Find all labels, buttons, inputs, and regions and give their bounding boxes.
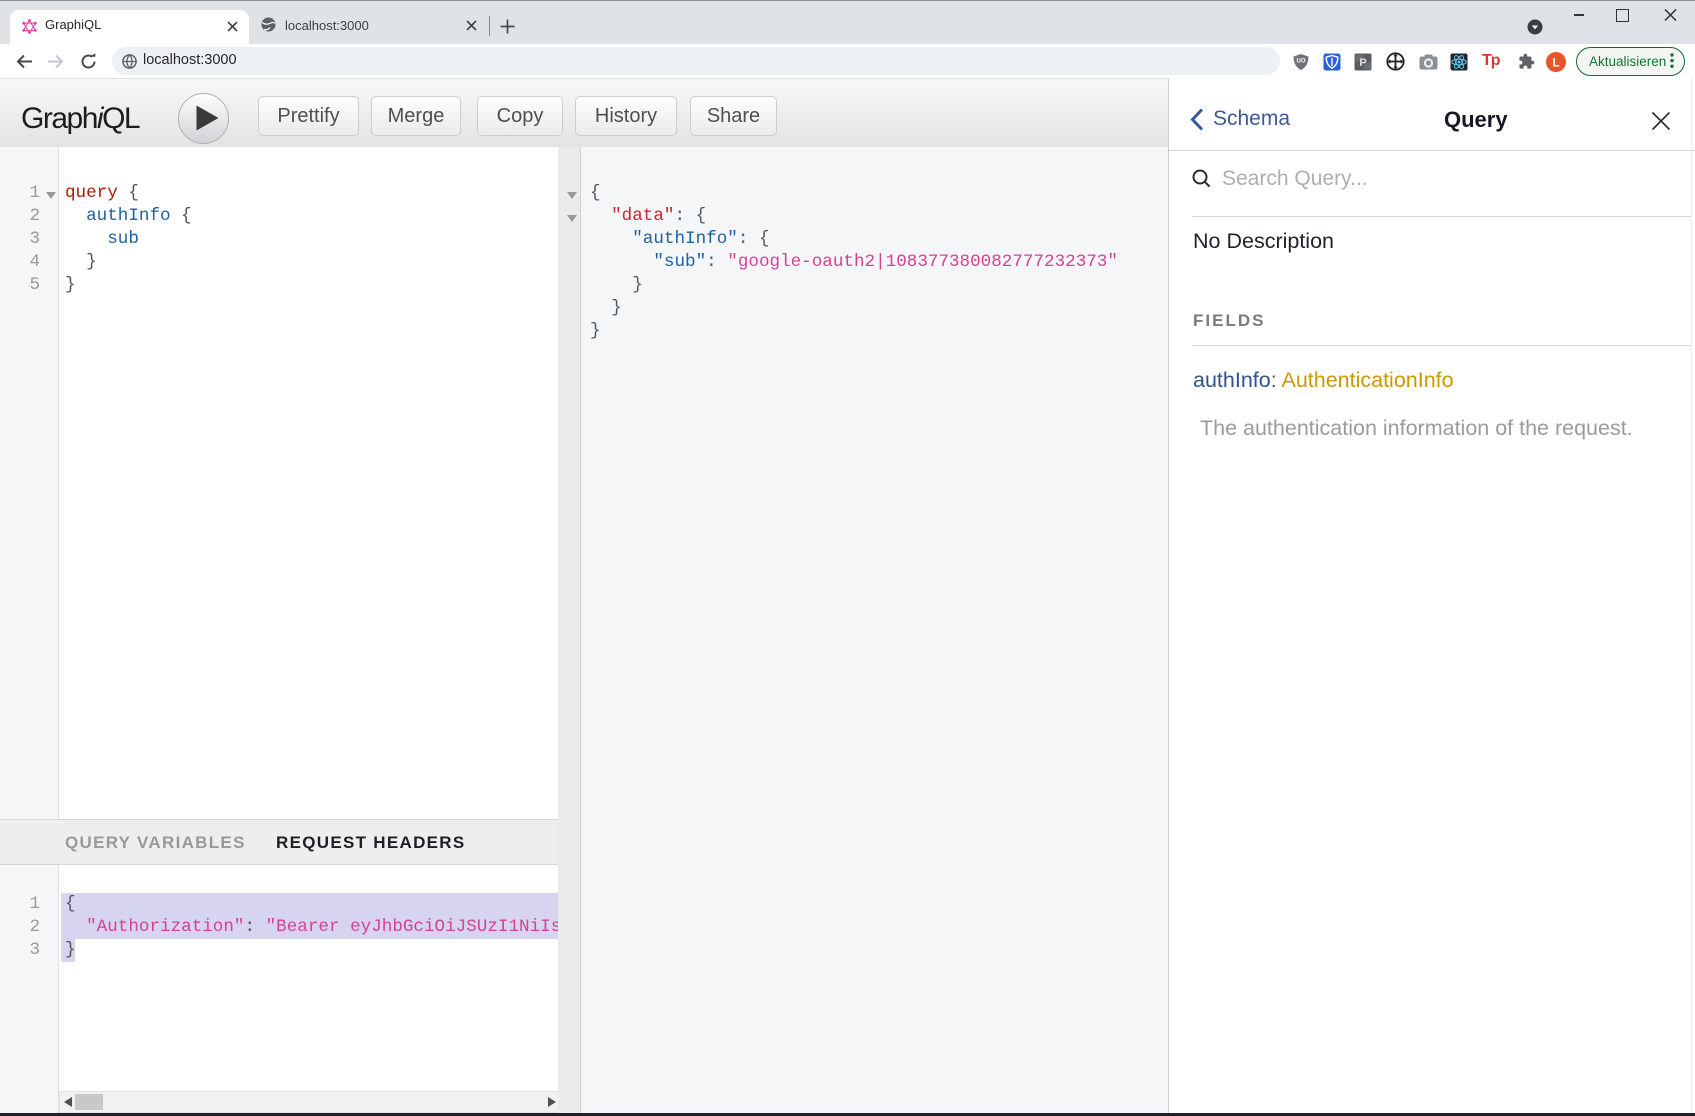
svg-text:P: P bbox=[1359, 57, 1366, 69]
svg-text:L: L bbox=[1552, 56, 1559, 70]
svg-text:UO: UO bbox=[1297, 59, 1306, 65]
